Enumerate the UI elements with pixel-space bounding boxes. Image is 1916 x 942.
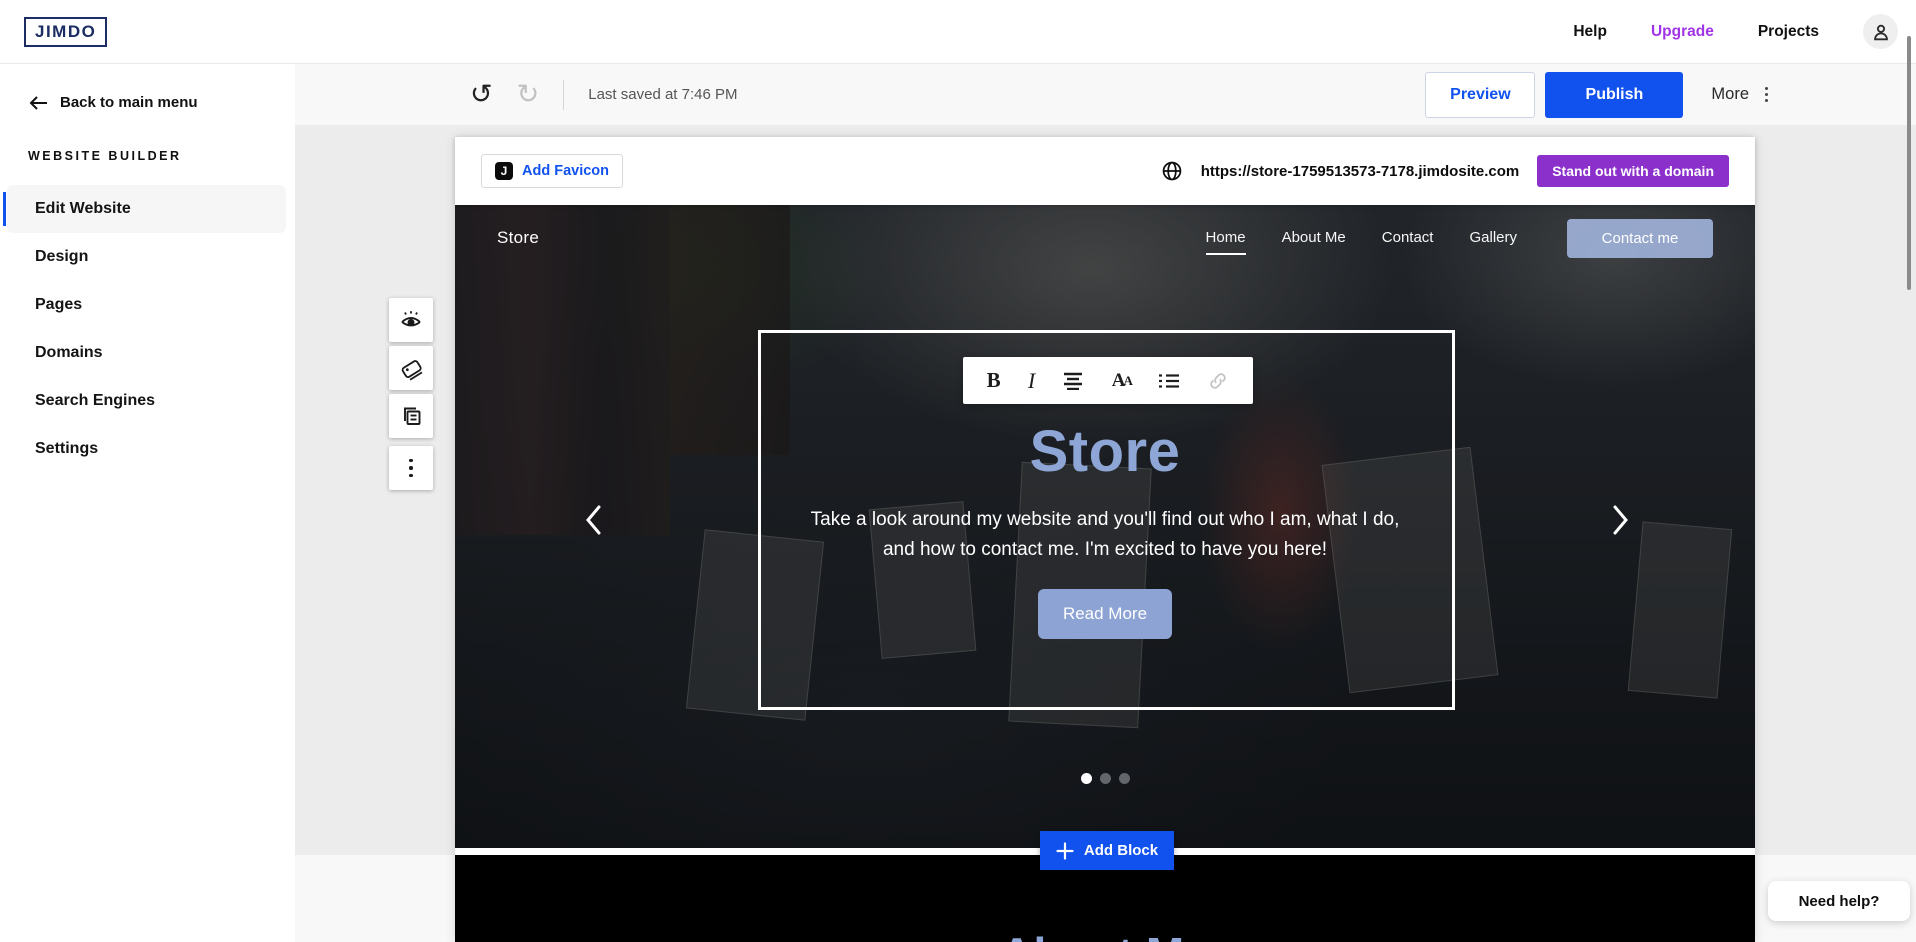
arrow-left-icon (28, 95, 48, 111)
stand-out-domain-button[interactable]: Stand out with a domain (1537, 155, 1729, 187)
sidebar-items: Edit Website Design Pages Domains Search… (0, 185, 295, 473)
nav-link-about-me[interactable]: About Me (1282, 229, 1346, 255)
duplicate-button[interactable] (389, 394, 433, 438)
favicon-url-bar: J Add Favicon https://store-1759513573-7… (455, 137, 1755, 205)
read-more-button[interactable]: Read More (1038, 589, 1172, 639)
kebab-icon (1765, 87, 1768, 102)
block-more-options-button[interactable] (389, 446, 433, 490)
jimdo-editor-app: JIMDO Help Upgrade Projects ↺ ↻ Last sav… (0, 0, 1916, 942)
sidebar-item-settings[interactable]: Settings (7, 425, 286, 473)
more-label: More (1711, 85, 1749, 104)
eye-icon (399, 309, 423, 331)
header-nav: Help Upgrade Projects (1573, 14, 1898, 49)
back-to-main-menu[interactable]: Back to main menu (28, 94, 295, 111)
site-nav-links: Home About Me Contact Gallery (1206, 229, 1517, 255)
site-brand[interactable]: Store (497, 228, 539, 248)
hero-body-text[interactable]: Take a look around my website and you'll… (795, 505, 1415, 565)
carousel-next-button[interactable] (1612, 505, 1629, 535)
site-url[interactable]: https://store-1759513573-7178.jimdosite.… (1201, 163, 1519, 180)
block-tool-palette (389, 298, 433, 494)
add-block-button[interactable]: Add Block (1040, 831, 1174, 870)
add-favicon-button[interactable]: J Add Favicon (481, 154, 623, 188)
hero-title[interactable]: Store (455, 418, 1755, 485)
last-saved-status: Last saved at 7:46 PM (588, 86, 737, 103)
toolbar-divider (563, 80, 564, 110)
redo-icon[interactable]: ↻ (517, 81, 540, 108)
account-avatar[interactable] (1863, 14, 1898, 49)
link-icon[interactable] (1207, 370, 1229, 392)
back-label: Back to main menu (60, 94, 198, 111)
carousel-dot-2[interactable] (1100, 773, 1111, 784)
sidebar-item-design[interactable]: Design (7, 233, 286, 281)
site-navbar: Store Home About Me Contact Gallery Cont… (455, 205, 1755, 271)
bullet-list-icon[interactable] (1158, 373, 1180, 389)
carousel-dot-1[interactable] (1081, 773, 1092, 784)
sidebar-item-pages[interactable]: Pages (7, 281, 286, 329)
text-format-toolbar: B I AA (963, 357, 1253, 404)
sidebar-item-domains[interactable]: Domains (7, 329, 286, 377)
contact-me-button[interactable]: Contact me (1567, 219, 1713, 258)
user-icon (1870, 21, 1892, 43)
style-icon (398, 355, 424, 381)
sidebar-section-title: WEBSITE BUILDER (28, 149, 295, 163)
align-center-icon[interactable] (1062, 372, 1084, 390)
toolbar-actions: Preview Publish More (1425, 64, 1916, 125)
visibility-button[interactable] (389, 298, 433, 342)
undo-redo-group: ↺ ↻ (470, 81, 539, 108)
need-help-button[interactable]: Need help? (1768, 881, 1910, 921)
website-preview-card: J Add Favicon https://store-1759513573-7… (455, 137, 1755, 942)
help-link[interactable]: Help (1573, 23, 1607, 41)
site-url-group: https://store-1759513573-7178.jimdosite.… (1161, 155, 1729, 187)
style-button[interactable] (389, 346, 433, 390)
bold-icon[interactable]: B (987, 368, 1001, 393)
favicon-badge-icon: J (495, 162, 513, 180)
hero-section[interactable]: Store Home About Me Contact Gallery Cont… (455, 205, 1755, 848)
preview-button[interactable]: Preview (1425, 72, 1535, 118)
more-menu-button[interactable]: More (1711, 85, 1768, 104)
add-block-label: Add Block (1084, 842, 1158, 859)
sidebar-item-edit-website[interactable]: Edit Website (7, 185, 286, 233)
nav-link-home[interactable]: Home (1206, 229, 1246, 255)
carousel-prev-button[interactable] (585, 505, 602, 535)
jimdo-logo[interactable]: JIMDO (24, 17, 107, 47)
page-scrollbar[interactable] (1907, 36, 1911, 290)
publish-button[interactable]: Publish (1545, 72, 1683, 118)
app-header: JIMDO Help Upgrade Projects (0, 0, 1916, 64)
projects-link[interactable]: Projects (1758, 23, 1819, 41)
nav-link-gallery[interactable]: Gallery (1469, 229, 1517, 255)
sidebar-item-search-engines[interactable]: Search Engines (7, 377, 286, 425)
font-size-icon[interactable]: AA (1112, 370, 1131, 392)
italic-icon[interactable]: I (1028, 368, 1035, 394)
duplicate-icon (399, 404, 423, 428)
kebab-vertical-icon (409, 459, 413, 478)
upgrade-link[interactable]: Upgrade (1651, 23, 1714, 41)
carousel-dots (455, 773, 1755, 784)
sidebar: Back to main menu WEBSITE BUILDER Edit W… (0, 64, 295, 942)
plus-icon (1056, 842, 1074, 860)
undo-icon[interactable]: ↺ (470, 81, 493, 108)
about-me-title: About Me (455, 927, 1755, 942)
nav-link-contact[interactable]: Contact (1382, 229, 1434, 255)
carousel-dot-3[interactable] (1119, 773, 1130, 784)
globe-icon (1161, 160, 1183, 182)
add-favicon-label: Add Favicon (522, 163, 609, 179)
